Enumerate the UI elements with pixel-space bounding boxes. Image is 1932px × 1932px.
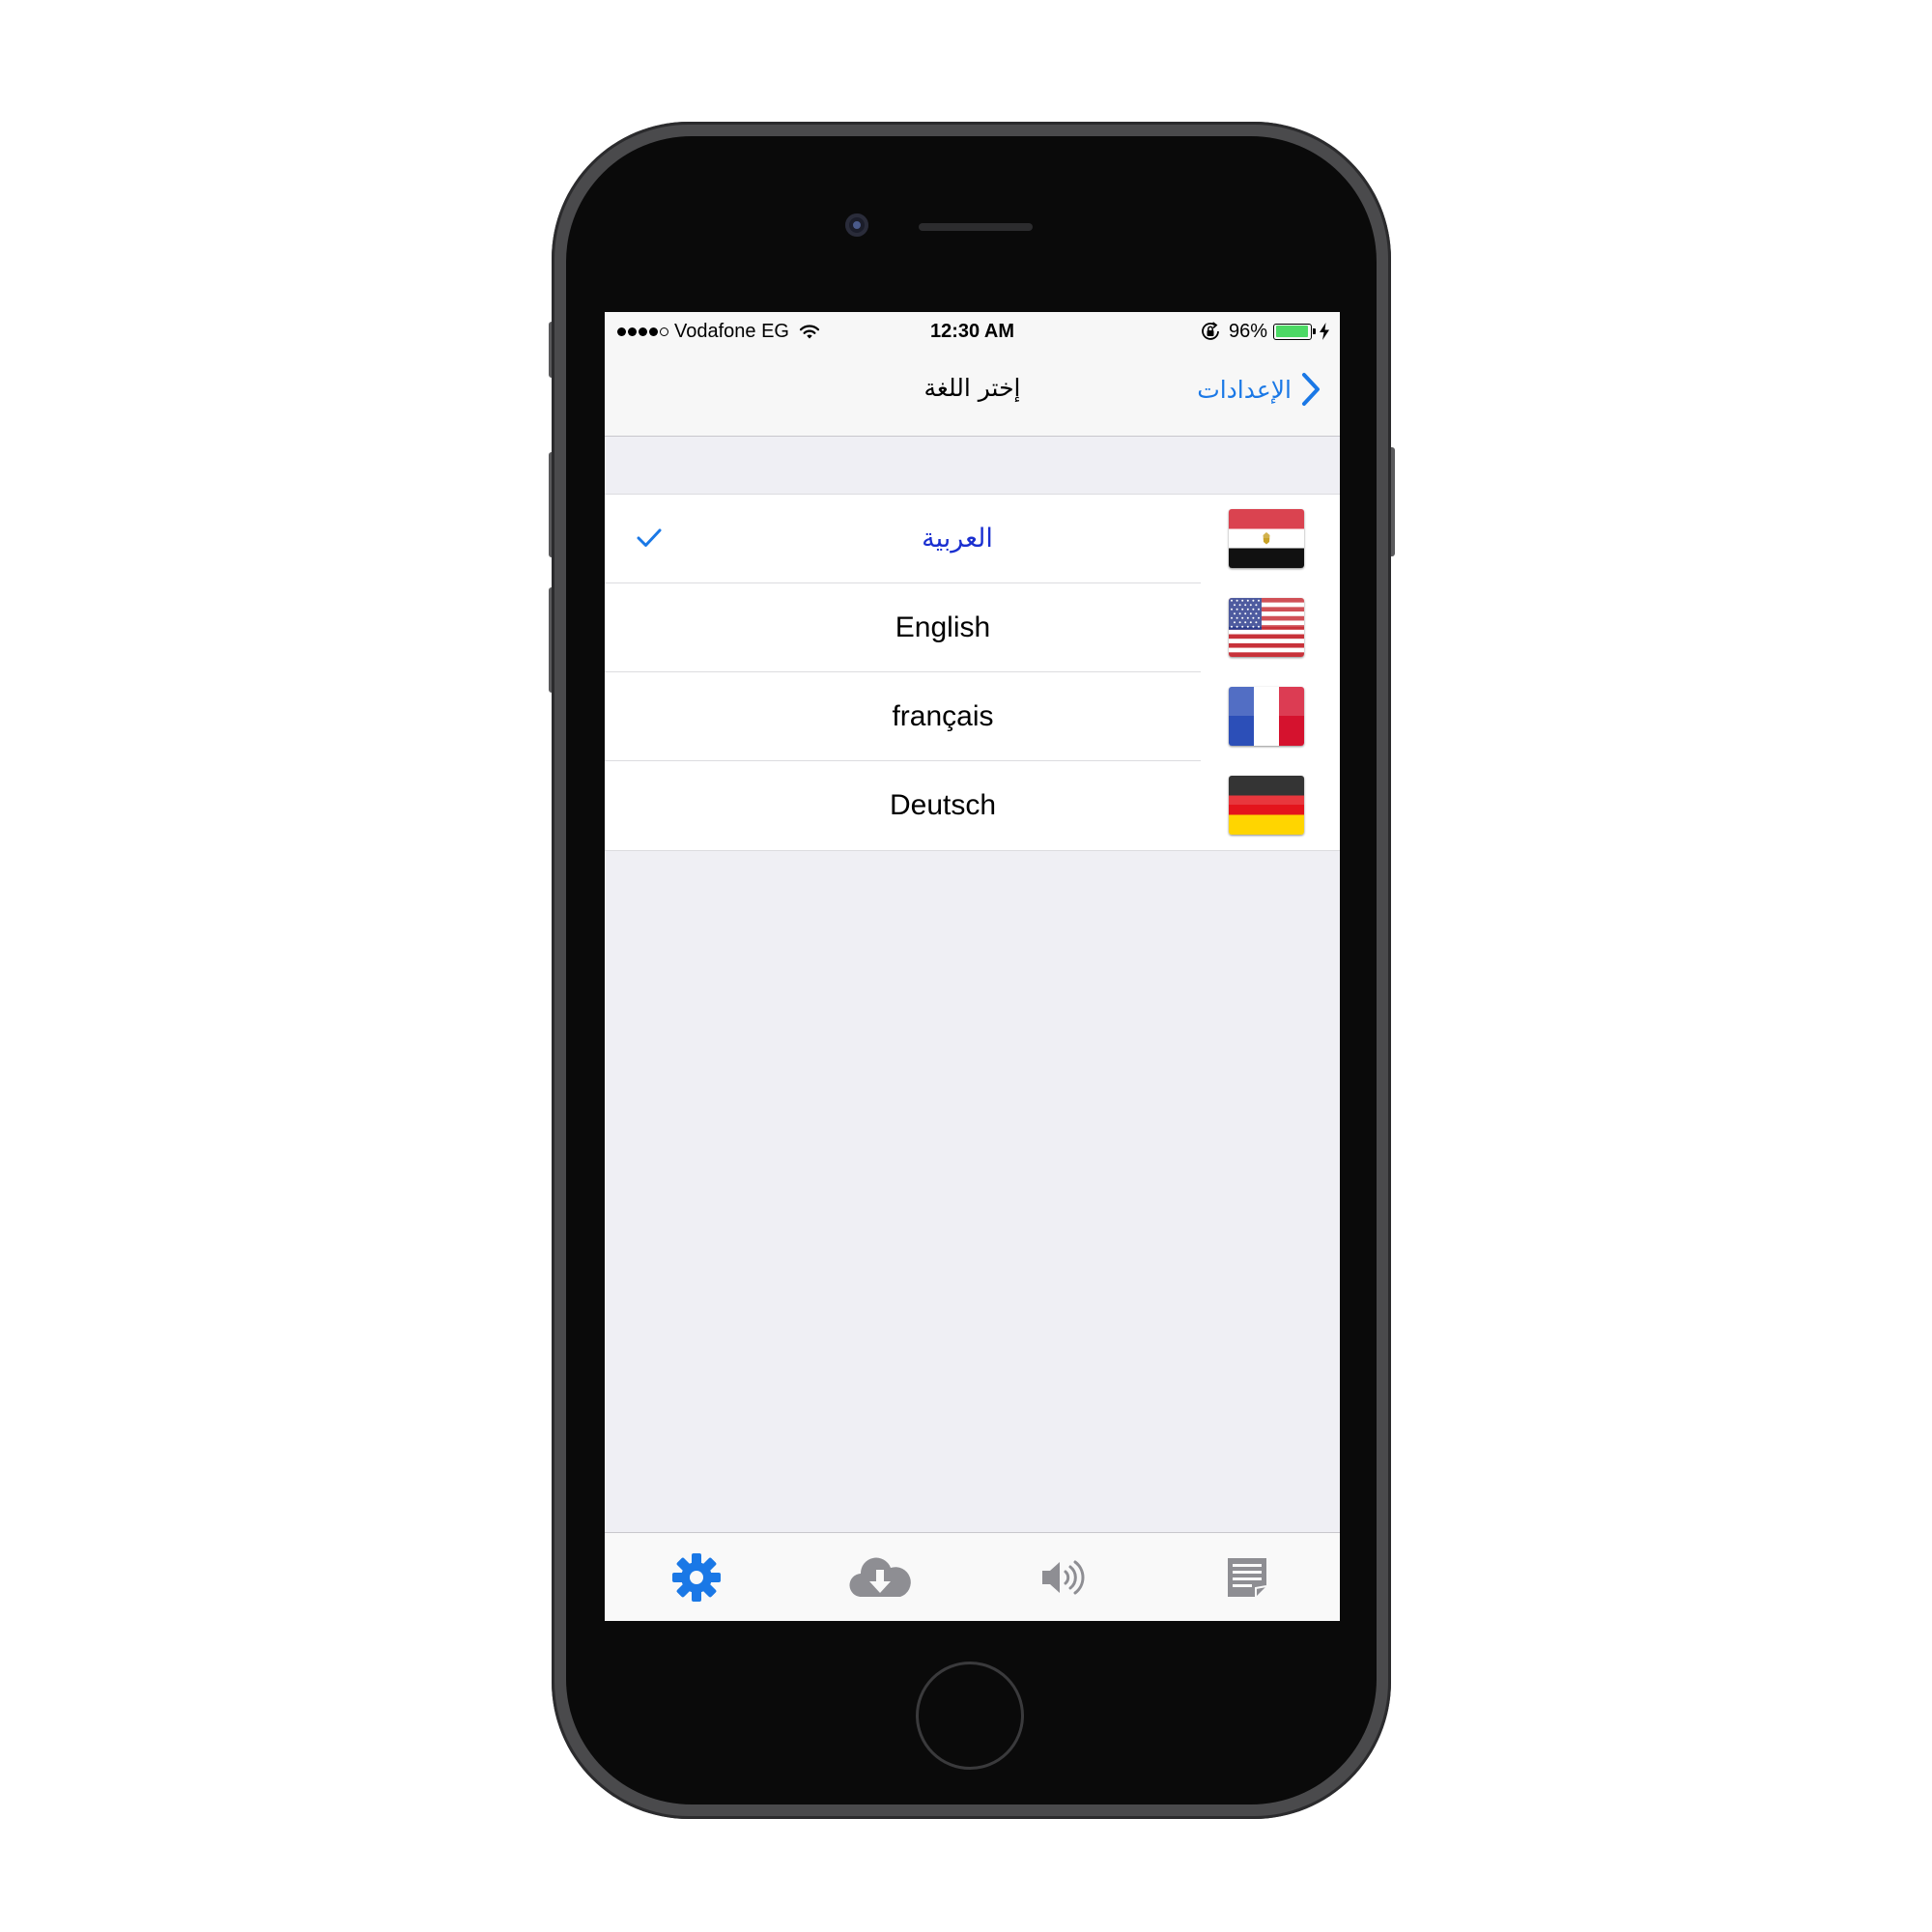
tab-notes[interactable] xyxy=(1155,1533,1339,1621)
navigation-bar: إختر اللغة الإعدادات xyxy=(605,351,1340,437)
gear-icon xyxy=(672,1552,721,1602)
back-button-label: الإعدادات xyxy=(1197,375,1292,404)
status-right: 96% xyxy=(1200,321,1330,342)
screen: Vodafone EG 12:30 AM 96% إختر اللغة الإع… xyxy=(605,312,1340,1621)
language-row-german[interactable]: Deutsch xyxy=(605,761,1340,850)
language-label: français xyxy=(892,700,994,732)
language-row-french[interactable]: français xyxy=(605,672,1340,761)
speaker-icon xyxy=(1042,1560,1085,1594)
front-camera xyxy=(845,213,868,237)
egypt-flag-icon xyxy=(1229,509,1304,568)
chevron-right-icon xyxy=(1302,373,1320,406)
cloud-download-icon xyxy=(849,1557,911,1597)
battery-percent: 96% xyxy=(1228,320,1267,342)
device-mockup: Vodafone EG 12:30 AM 96% إختر اللغة الإع… xyxy=(0,0,1932,1932)
battery-level-fill xyxy=(1275,326,1309,337)
language-list: العربية English français Deutsch xyxy=(605,494,1340,851)
usa-flag-icon xyxy=(1229,598,1304,657)
language-row-arabic[interactable]: العربية xyxy=(605,495,1340,583)
back-button[interactable]: الإعدادات xyxy=(1197,368,1321,411)
france-flag-icon xyxy=(1229,687,1304,746)
germany-flag-icon xyxy=(1229,776,1304,835)
checkmark-icon xyxy=(637,528,662,547)
tab-downloads[interactable] xyxy=(788,1533,972,1621)
orientation-lock-icon xyxy=(1202,322,1219,340)
battery-cap xyxy=(1313,327,1316,334)
tab-bar xyxy=(605,1532,1340,1621)
status-bar: Vodafone EG 12:30 AM 96% xyxy=(605,312,1340,351)
charging-bolt-icon xyxy=(1320,323,1329,340)
battery-icon xyxy=(1273,323,1316,340)
tab-settings[interactable] xyxy=(605,1533,788,1621)
language-row-english[interactable]: English xyxy=(605,583,1340,672)
notes-icon xyxy=(1228,1557,1267,1597)
language-label: English xyxy=(895,611,991,643)
language-label: Deutsch xyxy=(889,789,997,821)
tab-audio[interactable] xyxy=(972,1533,1155,1621)
language-label: العربية xyxy=(922,524,993,554)
home-button[interactable] xyxy=(916,1662,1024,1770)
earpiece-speaker xyxy=(919,223,1033,231)
